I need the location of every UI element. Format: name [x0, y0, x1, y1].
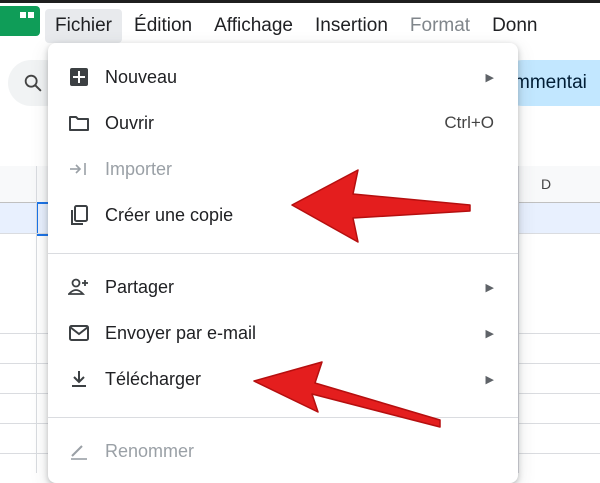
menu-item-partager[interactable]: Partager ▶: [48, 265, 518, 309]
menu-item-nouveau[interactable]: Nouveau ▶: [48, 55, 518, 99]
menu-donnees[interactable]: Donn: [482, 9, 547, 43]
menu-item-creer-copie[interactable]: Créer une copie: [48, 193, 518, 237]
file-menu-dropdown: Nouveau ▶ Ouvrir Ctrl+O Importer Créer u…: [48, 43, 518, 483]
menu-format[interactable]: Format: [400, 9, 480, 43]
folder-icon: [68, 112, 90, 134]
menu-item-telecharger[interactable]: Télécharger ▶: [48, 357, 518, 401]
menu-item-label: Importer: [105, 158, 173, 179]
menu-insertion[interactable]: Insertion: [305, 9, 398, 43]
menu-item-label: Envoyer par e-mail: [105, 322, 257, 343]
menu-item-label: Télécharger: [105, 368, 202, 389]
submenu-arrow-icon: ▶: [485, 71, 494, 84]
menu-item-ouvrir[interactable]: Ouvrir Ctrl+O: [48, 101, 518, 145]
import-icon: [68, 158, 90, 180]
submenu-arrow-icon: ▶: [485, 373, 494, 386]
comments-label: mmentai: [514, 72, 587, 93]
menu-separator: [48, 417, 518, 418]
column-header-d[interactable]: D: [541, 176, 551, 192]
download-icon: [68, 368, 90, 390]
new-sheet-icon: [68, 66, 90, 88]
submenu-arrow-icon: ▶: [485, 327, 494, 340]
menu-item-label: Ouvrir: [105, 112, 154, 133]
menu-item-importer[interactable]: Importer: [48, 147, 518, 191]
person-add-icon: [68, 276, 90, 298]
mail-icon: [68, 322, 90, 344]
menu-item-label: Partager: [105, 276, 175, 297]
grid-vline: [518, 166, 519, 473]
menu-separator: [48, 253, 518, 254]
grid-vline: [36, 166, 37, 473]
menu-item-label: Créer une copie: [105, 204, 234, 225]
copy-icon: [68, 204, 90, 226]
search-icon: [24, 74, 42, 92]
submenu-arrow-icon: ▶: [485, 281, 494, 294]
sheets-logo-icon[interactable]: [0, 6, 40, 36]
menu-item-envoyer-email[interactable]: Envoyer par e-mail ▶: [48, 311, 518, 355]
menu-affichage[interactable]: Affichage: [204, 9, 303, 43]
menu-edition[interactable]: Édition: [124, 9, 202, 43]
window-top-border: [0, 0, 600, 3]
menu-item-label: Nouveau: [105, 66, 178, 87]
menu-item-label: Renommer: [105, 440, 195, 461]
shortcut-label: Ctrl+O: [444, 113, 494, 132]
menu-bar: Fichier Édition Affichage Insertion Form…: [45, 4, 550, 48]
menu-fichier[interactable]: Fichier: [45, 9, 123, 43]
rename-icon: [68, 440, 90, 462]
menu-item-renommer[interactable]: Renommer: [48, 429, 518, 473]
